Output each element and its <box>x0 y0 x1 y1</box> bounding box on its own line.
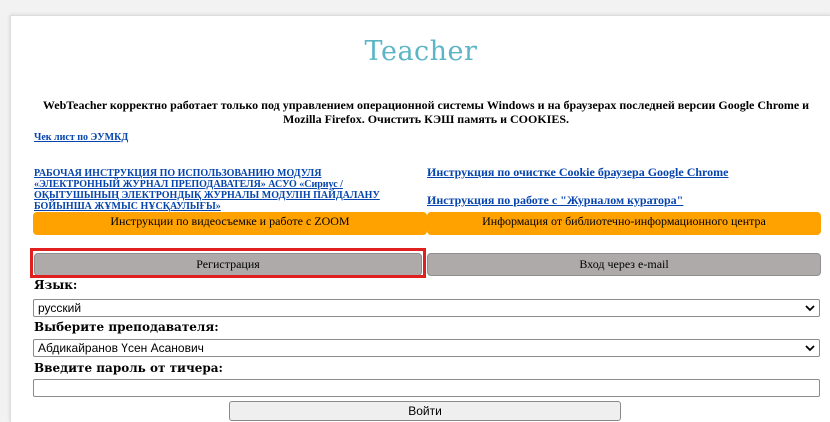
main-panel: Teacher WebTeacher корректно работает то… <box>10 15 830 422</box>
browser-notice: WebTeacher корректно работает только под… <box>42 98 810 126</box>
teacher-select[interactable]: Абдикайранов Үсен Асанович <box>33 339 820 357</box>
registration-button[interactable]: Регистрация <box>34 253 422 276</box>
library-info-button[interactable]: Информация от библиотечно-информационног… <box>427 212 821 235</box>
chevron-down-icon <box>805 340 815 362</box>
manual-link[interactable]: РАБОЧАЯ ИНСТРУКЦИЯ ПО ИСПОЛЬЗОВАНИЮ МОДУ… <box>34 168 404 212</box>
login-button[interactable]: Войти <box>229 401 621 421</box>
language-select-value: русский <box>38 301 82 315</box>
chevron-down-icon <box>805 300 815 322</box>
teacher-select-value: Абдикайранов Үсен Асанович <box>38 341 204 355</box>
teacher-label: Выберите преподавателя: <box>34 320 219 334</box>
language-select[interactable]: русский <box>33 299 820 317</box>
zoom-instructions-button[interactable]: Инструкции по видеосъемке и работе с ZOO… <box>33 212 427 235</box>
password-label: Введите пароль от тичера: <box>34 361 223 375</box>
cookie-instruction-link[interactable]: Инструкция по очистке Cookie браузера Go… <box>427 165 728 180</box>
language-label: Язык: <box>34 278 78 292</box>
checklist-link[interactable]: Чек лист по ЭУМКД <box>34 132 128 143</box>
curator-journal-link[interactable]: Инструкция по работе с "Журналом куратор… <box>427 193 683 208</box>
password-input[interactable] <box>33 379 820 397</box>
email-login-button[interactable]: Вход через e-mail <box>427 253 821 276</box>
page-title: Teacher <box>364 36 478 67</box>
